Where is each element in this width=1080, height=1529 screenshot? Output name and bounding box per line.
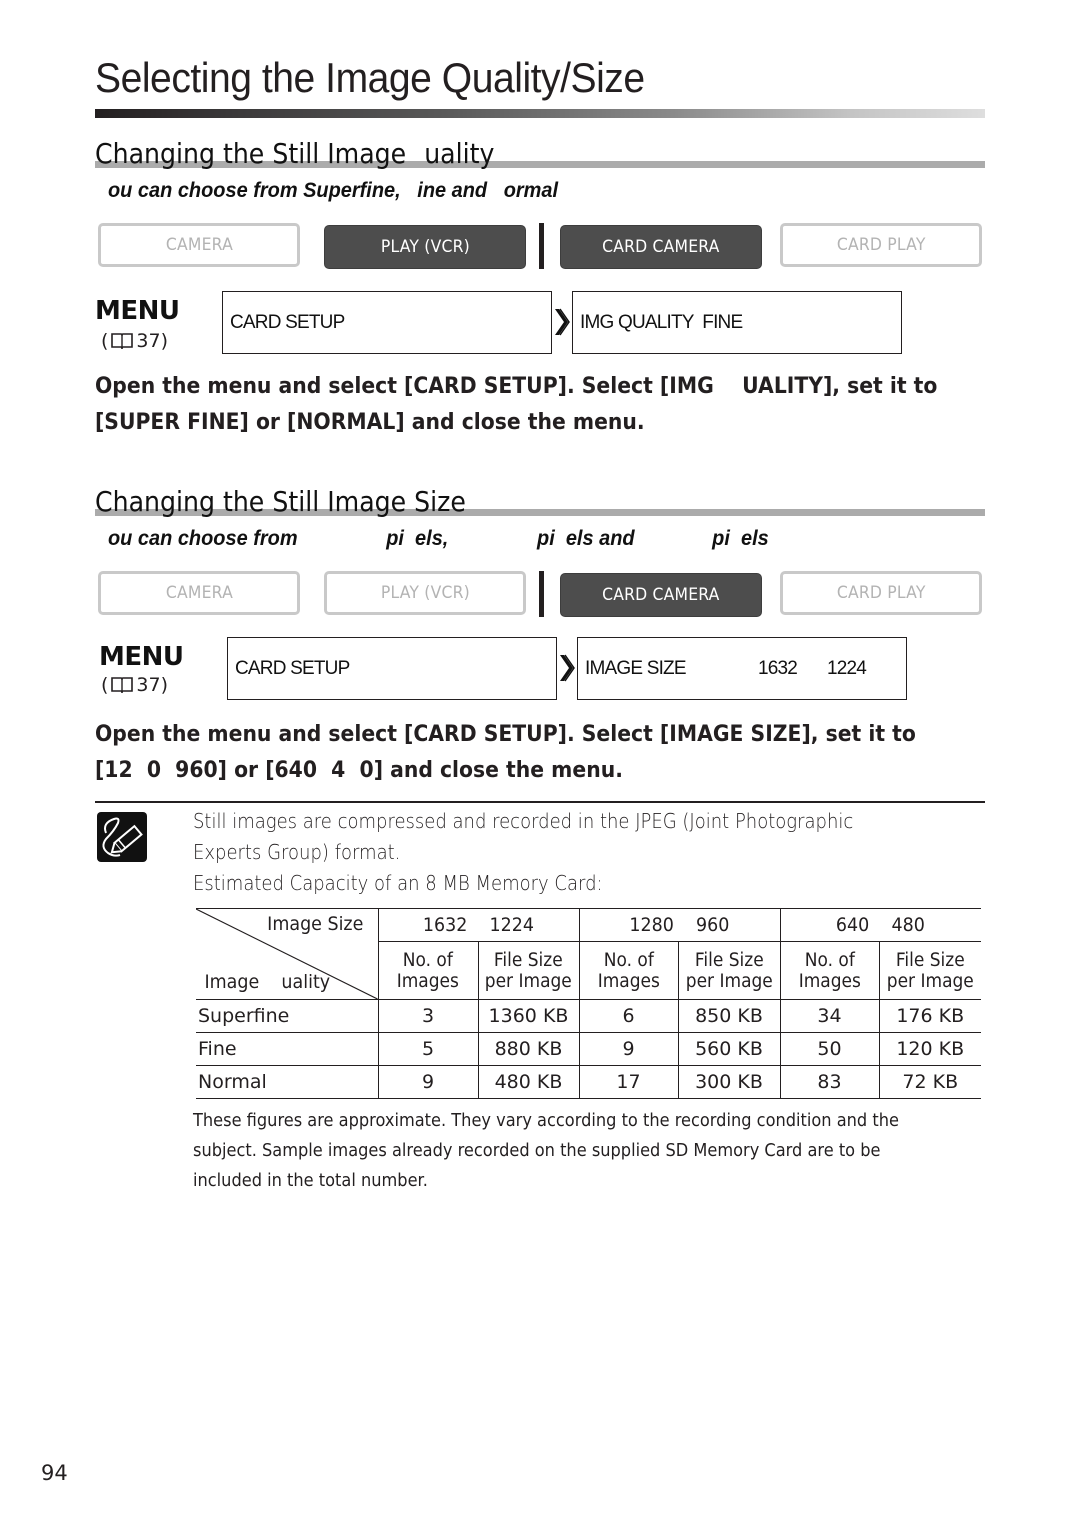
table-cell: 560 KB [677,1032,781,1066]
section-title-quality: Changing the Still Image uality [95,137,495,170]
count-header: No. of Images [779,941,880,1000]
mode-separator [539,223,544,269]
count-header: No. of Images [578,941,679,1000]
capacity-table: Image Size Image uality 1632 1224 1280 9… [196,908,981,1099]
mode-camera: CAMERA [98,223,300,267]
menu-label: MENU [99,642,184,672]
quality-cell: Normal [196,1065,379,1099]
menu-box-card-setup: CARD SETUP [222,291,552,354]
table-row: Fine 5 880 KB 9 560 KB 50 120 KB [196,1032,981,1066]
table-row: Superfine 3 1360 KB 6 850 KB 34 176 KB [196,999,981,1033]
mode-play-vcr: PLAY (VCR) [324,571,526,615]
quality-cell: Superfine [196,999,379,1033]
instruction-size: Open the menu and select [CARD SETUP]. S… [95,721,916,783]
page-reference: ( 37) [101,330,169,352]
menu-label: MENU [95,296,180,326]
mode-card-play: CARD PLAY [780,223,982,267]
mode-play-vcr: PLAY (VCR) [324,225,526,269]
table-cell: 176 KB [878,999,981,1033]
table-cell: 300 KB [677,1065,781,1099]
table-cell: 480 KB [477,1065,580,1099]
count-header: No. of Images [377,941,479,1000]
table-row: Normal 9 480 KB 17 300 KB 83 72 KB [196,1065,981,1099]
table-cell: 72 KB [878,1065,981,1099]
mode-separator [539,571,544,617]
section-subtitle-quality: ou can choose from Superfine, ine and or… [108,179,559,202]
table-cell: 9 [377,1065,479,1099]
title-gradient-rule [95,109,985,118]
table-cell: 880 KB [477,1032,580,1066]
section-title-size: Changing the Still Image Size [95,485,466,518]
table-cell: 50 [779,1032,880,1066]
table-cell: 850 KB [677,999,781,1033]
menu-box-image-size: IMAGE SIZE 1632 1224 [577,637,907,700]
table-cell: 34 [779,999,880,1033]
footnote: These figures are approximate. They vary… [193,1110,899,1191]
table-cell: 3 [377,999,479,1033]
book-icon [111,676,134,694]
quality-cell: Fine [196,1032,379,1066]
double-chevron-right-icon [560,654,575,682]
mode-camera: CAMERA [98,571,300,615]
mode-row-quality: CAMERA PLAY (VCR) CARD CAMERA CARD PLAY [98,223,982,271]
filesize-header: File Size per Image [878,941,981,1000]
table-cell: 17 [578,1065,679,1099]
mode-card-play: CARD PLAY [780,571,982,615]
filesize-header: File Size per Image [677,941,781,1000]
image-quality-label: Image uality [204,971,331,993]
table-cell: 120 KB [878,1032,981,1066]
table-cell: 83 [779,1065,880,1099]
section-subtitle-size: ou can choose from pi els, pi els and pi… [108,527,769,550]
page-number: 94 [41,1461,68,1485]
table-cell: 9 [578,1032,679,1066]
size-header: 1632 1224 [377,908,580,942]
mode-card-camera: CARD CAMERA [560,573,762,617]
instruction-quality: Open the menu and select [CARD SETUP]. S… [95,373,938,435]
note-divider [95,801,985,803]
menu-box-img-quality: IMG QUALITY FINE [572,291,902,354]
capacity-caption: Estimated Capacity of an 8 MB Memory Car… [193,871,603,895]
pencil-note-icon [97,812,147,862]
menu-box-card-setup: CARD SETUP [227,637,557,700]
table-cell: 5 [377,1032,479,1066]
table-cell: 1360 KB [477,999,580,1033]
size-header: 1280 960 [578,908,781,942]
filesize-header: File Size per Image [477,941,580,1000]
page-title: Selecting the Image Quality/Size [95,54,645,101]
mode-row-size: CAMERA PLAY (VCR) CARD CAMERA CARD PLAY [98,571,982,619]
note-text: Still images are compressed and recorded… [193,809,854,864]
mode-card-camera: CARD CAMERA [560,225,762,269]
page-reference: ( 37) [101,674,169,696]
double-chevron-right-icon [555,308,570,336]
size-header: 640 480 [779,908,981,942]
book-icon [111,332,134,350]
image-size-label: Image Size [267,913,364,935]
table-cell: 6 [578,999,679,1033]
table-corner-header: Image Size Image uality [196,908,379,1000]
